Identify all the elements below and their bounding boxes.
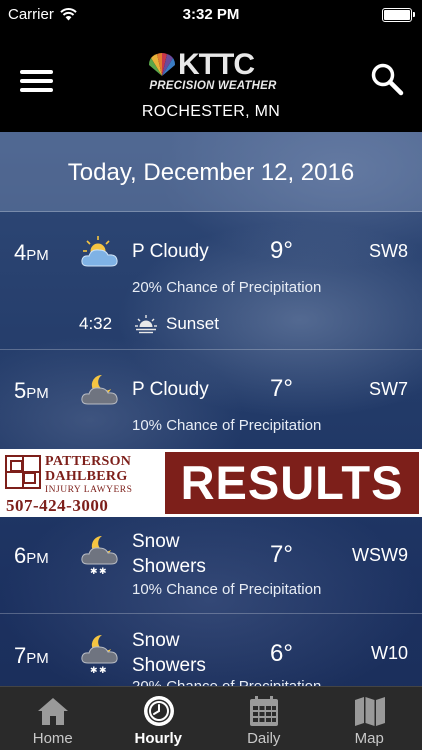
svg-text:✱: ✱ (90, 666, 98, 674)
forecast-date: Today, December 12, 2016 (67, 159, 355, 186)
tab-label: Daily (247, 730, 281, 747)
search-icon[interactable] (370, 62, 404, 96)
hour-label: 7PM (14, 643, 49, 668)
wind-label: WSW9 (352, 545, 408, 565)
wind-label: W10 (370, 643, 408, 663)
logo-subtitle: PRECISION WEATHER (149, 80, 277, 92)
temperature: 7° (270, 375, 293, 402)
partly-cloudy-night-icon (81, 374, 118, 405)
ad-name-line2: DAHLBERG (45, 469, 128, 484)
sunset-icon (135, 315, 157, 334)
tab-label: Map (354, 730, 384, 747)
hour-label: 5PM (14, 378, 49, 403)
sunset-time: 4:32 (79, 314, 113, 333)
ad-headline: RESULTS (180, 456, 404, 509)
sunset-label: Sunset (166, 314, 219, 333)
hourly-row-4pm: 4PM P Cloudy 9° SW8 20% Chance of Precip… (0, 212, 422, 350)
svg-text:✱: ✱ (99, 666, 107, 674)
calendar-icon (250, 696, 278, 726)
map-icon (354, 697, 385, 726)
wind-label: SW8 (368, 241, 408, 261)
temperature: 9° (270, 237, 293, 264)
battery-icon (382, 8, 415, 22)
ad-headline-panel: RESULTS (165, 452, 419, 514)
hour-label: 6PM (14, 543, 49, 568)
ad-banner[interactable]: PATTERSON DAHLBERG INJURY LAWYERS 507-42… (0, 449, 422, 517)
date-banner: Today, December 12, 2016 (0, 132, 422, 212)
condition-label: Snow Showers (132, 531, 206, 577)
snow-showers-night-icon: ✱ ✱ (81, 535, 118, 575)
law-firm-logo (5, 455, 41, 489)
ad-law-firm: PATTERSON DAHLBERG INJURY LAWYERS 507-42… (3, 452, 161, 515)
hour-label: 4PM (14, 240, 49, 265)
precip-chance: 10% Chance of Precipitation (132, 581, 322, 598)
logo-text: KTTC (178, 48, 255, 81)
precip-chance: 20% Chance of Precipitation (132, 279, 322, 296)
tab-bar: Home Hourly Daily Map (0, 686, 422, 750)
condition-label: P Cloudy (132, 379, 209, 400)
app-header: KTTC PRECISION WEATHER ROCHESTER, MN (0, 30, 422, 132)
precip-chance: 10% Chance of Precipitation (132, 417, 322, 434)
menu-icon[interactable] (20, 70, 54, 94)
ad-tagline: INJURY LAWYERS (45, 485, 133, 495)
condition-label: P Cloudy (132, 241, 209, 262)
condition-label: Snow Showers (132, 630, 206, 676)
status-bar: Carrier 3:32 PM (0, 0, 422, 30)
station-logo: KTTC PRECISION WEATHER (148, 48, 278, 96)
svg-text:✱: ✱ (99, 567, 107, 575)
tab-daily[interactable]: Daily (211, 687, 317, 750)
tab-label: Home (32, 730, 73, 747)
ad-phone: 507-424-3000 (6, 496, 109, 515)
tab-map[interactable]: Map (317, 687, 422, 750)
snow-showers-night-icon: ✱ ✱ (81, 634, 118, 674)
temperature: 7° (270, 541, 293, 568)
hourly-row-6pm: 6PM ✱ ✱ Snow Showers 7° WSW9 10% Chance of… (0, 517, 422, 614)
hourly-row-5pm: 5PM P Cloudy 7° SW7 10% Chance of Precip… (0, 350, 422, 449)
peacock-icon (148, 52, 176, 76)
svg-text:✱: ✱ (90, 567, 98, 575)
tab-hourly[interactable]: Hourly (106, 687, 212, 750)
wind-label: SW7 (368, 379, 408, 399)
status-time: 3:32 PM (182, 6, 240, 23)
ad-name-line1: PATTERSON (45, 454, 132, 469)
temperature: 6° (270, 640, 293, 667)
tab-home[interactable]: Home (0, 687, 106, 750)
partly-cloudy-day-icon (81, 236, 118, 267)
tab-label: Hourly (134, 730, 182, 747)
clock-icon (143, 696, 174, 726)
home-icon (38, 698, 68, 725)
location-label[interactable]: ROCHESTER, MN (0, 103, 422, 121)
